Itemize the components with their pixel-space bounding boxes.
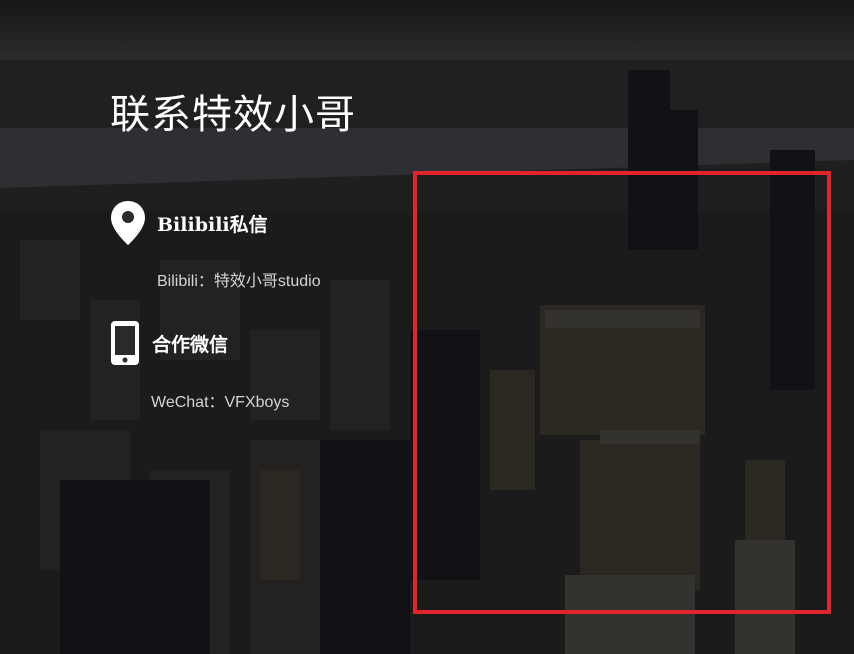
contact-text-wechat: WeChat：VFXboys xyxy=(151,394,290,411)
page-title: 联系特效小哥 xyxy=(110,92,356,138)
mobile-phone-icon xyxy=(110,320,140,366)
contact-text-bilibili: Bilibili：特效小哥studio xyxy=(157,273,321,290)
contact-label-wechat: 合作微信 xyxy=(152,333,229,356)
location-pin-icon xyxy=(110,200,146,246)
contact-label-bilibili: Bilibili私信 xyxy=(157,213,268,236)
contact-item-bilibili: Bilibili私信 xyxy=(110,200,268,246)
contact-item-wechat: 合作微信 xyxy=(110,320,228,366)
highlight-frame xyxy=(413,171,831,614)
